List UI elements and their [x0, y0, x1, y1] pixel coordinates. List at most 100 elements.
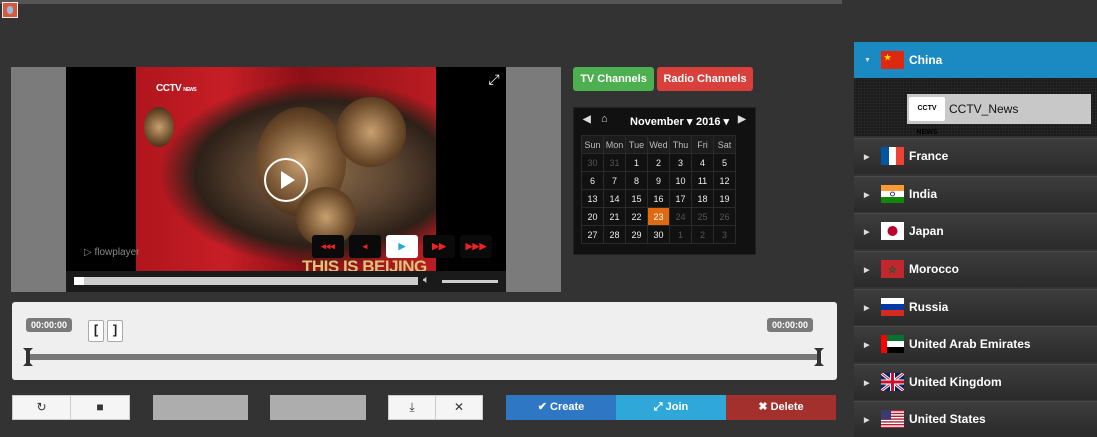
calendar-day[interactable]: 1 — [669, 225, 692, 244]
play-icon[interactable] — [264, 158, 308, 202]
calendar-day[interactable]: 29 — [625, 225, 648, 244]
slowest-button[interactable]: ◂◂◂ — [312, 235, 344, 258]
calendar-day[interactable]: 30 — [581, 153, 604, 172]
calendar-day[interactable]: 27 — [581, 225, 604, 244]
year-select[interactable]: 2016 ▾ — [696, 115, 729, 128]
calendar-day[interactable]: 7 — [603, 171, 626, 190]
slow-button[interactable]: ◂ — [349, 235, 381, 258]
calendar-day[interactable]: 14 — [603, 189, 626, 208]
flag-united-arab-emirates-icon — [881, 335, 904, 353]
app-icon[interactable] — [2, 2, 18, 18]
flag-united-states-icon — [881, 410, 904, 428]
calendar-day[interactable]: 6 — [581, 171, 604, 190]
refresh-button[interactable]: ↻ — [12, 395, 71, 420]
weekday-header: Fri — [691, 135, 714, 154]
trim-end-handle[interactable] — [814, 348, 824, 366]
delete-button[interactable]: ✖ Delete — [726, 395, 836, 420]
country-label: United Arab Emirates — [909, 337, 1031, 351]
calendar-day[interactable]: 17 — [669, 189, 692, 208]
calendar-day[interactable]: 23 — [647, 207, 670, 226]
country-sidebar: ▼ ★ China ▶ France ▶ India ▶ Japan ▶ ☆ Morocco ▶ Russ… — [854, 42, 1097, 437]
radio-channels-button[interactable]: Radio Channels — [657, 67, 753, 91]
normal-speed-button[interactable]: ▶ — [386, 235, 418, 258]
calendar-day[interactable]: 12 — [713, 171, 736, 190]
channel-logo: CCTV NEWS — [909, 97, 945, 136]
top-strip — [0, 0, 842, 4]
chevron-right-icon: ▶ — [864, 229, 870, 236]
previous-month-icon[interactable]: ◀ — [583, 114, 591, 125]
calendar-day[interactable]: 13 — [581, 189, 604, 208]
calendar-day[interactable]: 22 — [625, 207, 648, 226]
country-item-india[interactable]: ▶ India — [854, 176, 1097, 212]
calendar-day[interactable]: 2 — [691, 225, 714, 244]
next-month-icon[interactable]: ▶ — [738, 114, 746, 125]
country-item-united-states[interactable]: ▶ United States — [854, 401, 1097, 437]
country-label: France — [909, 149, 949, 163]
calendar-day[interactable]: 2 — [647, 153, 670, 172]
fullscreen-icon[interactable]: ⤢ — [486, 71, 502, 87]
weekday-header: Thu — [669, 135, 692, 154]
calendar-day[interactable]: 25 — [691, 207, 714, 226]
calendar-day[interactable]: 3 — [669, 153, 692, 172]
calendar-grid: Sun Mon Tue Wed Thu Fri Sat 30 31 1 2 3 4 5 6 7 8 9 10 11 1… — [581, 135, 736, 244]
fast-button[interactable]: ▶▶ — [423, 235, 455, 258]
calendar-day[interactable]: 21 — [603, 207, 626, 226]
calendar-day[interactable]: 5 — [713, 153, 736, 172]
volume-icon[interactable]: 🔈︎ — [423, 274, 430, 287]
trim-track[interactable] — [26, 354, 821, 360]
svg-text:☆: ☆ — [888, 265, 897, 276]
home-icon[interactable]: ⌂ — [601, 113, 608, 125]
download-icon: ⤓ — [409, 400, 415, 414]
calendar-day[interactable]: 31 — [603, 153, 626, 172]
country-item-russia[interactable]: ▶ Russia — [854, 289, 1097, 325]
month-select[interactable]: November ▾ — [630, 115, 692, 128]
channel-item[interactable]: CCTV NEWS CCTV_News — [907, 94, 1091, 136]
calendar-day[interactable]: 20 — [581, 207, 604, 226]
join-button[interactable]: ⤢ Join — [616, 395, 726, 420]
calendar-day[interactable]: 28 — [603, 225, 626, 244]
calendar-day[interactable]: 8 — [625, 171, 648, 190]
video-timeline[interactable] — [74, 277, 418, 285]
calendar-day[interactable]: 30 — [647, 225, 670, 244]
trim-panel: 00:00:00 [ ] 00:00:00 — [12, 302, 837, 380]
tv-channels-button[interactable]: TV Channels — [573, 67, 654, 91]
download-button[interactable]: ⤓ — [388, 395, 436, 420]
calendar-day[interactable]: 11 — [691, 171, 714, 190]
calendar-day[interactable]: 1 — [625, 153, 648, 172]
chevron-down-icon: ▼ — [864, 57, 871, 64]
video-player[interactable]: CCTV NEWS ▷ flowplayer THIS IS BEIJING ⤢ … — [66, 67, 506, 292]
refresh-icon: ↻ — [36, 400, 47, 414]
calendar-day[interactable]: 9 — [647, 171, 670, 190]
country-item-morocco[interactable]: ▶ ☆ Morocco — [854, 251, 1097, 287]
mark-in-button[interactable]: [ — [88, 320, 104, 342]
calendar-day[interactable]: 16 — [647, 189, 670, 208]
clear-button[interactable]: ✕ — [435, 395, 483, 420]
flag-united-kingdom-icon — [880, 371, 905, 393]
calendar-day[interactable]: 10 — [669, 171, 692, 190]
create-button[interactable]: ✔ Create — [506, 395, 616, 420]
stop-button[interactable]: ■ — [70, 395, 130, 420]
calendar: ◀ ⌂ November ▾ 2016 ▾ ▶ Sun Mon Tue Wed Thu F… — [573, 107, 756, 255]
blank-button-2[interactable] — [270, 395, 366, 420]
mark-out-button[interactable]: ] — [107, 320, 123, 342]
fastest-button[interactable]: ▶▶▶ — [460, 235, 492, 258]
calendar-day[interactable]: 19 — [713, 189, 736, 208]
calendar-day[interactable]: 3 — [713, 225, 736, 244]
stop-icon: ■ — [96, 400, 104, 414]
trim-start-handle[interactable] — [23, 348, 33, 366]
country-item-france[interactable]: ▶ France — [854, 138, 1097, 174]
calendar-day[interactable]: 15 — [625, 189, 648, 208]
calendar-day[interactable]: 24 — [669, 207, 692, 226]
flag-france-icon — [881, 147, 904, 165]
calendar-day[interactable]: 18 — [691, 189, 714, 208]
country-item-japan[interactable]: ▶ Japan — [854, 213, 1097, 249]
calendar-day[interactable]: 4 — [691, 153, 714, 172]
country-item-united-kingdom[interactable]: ▶ United Kingdom — [854, 364, 1097, 400]
volume-slider[interactable] — [442, 280, 498, 283]
svg-text:★: ★ — [884, 53, 892, 62]
blank-button-1[interactable] — [153, 395, 248, 420]
calendar-day[interactable]: 26 — [713, 207, 736, 226]
country-item-united-arab-emirates[interactable]: ▶ United Arab Emirates — [854, 326, 1097, 362]
weekday-header: Wed — [647, 135, 670, 154]
country-item-china[interactable]: ▼ ★ China — [854, 42, 1097, 78]
